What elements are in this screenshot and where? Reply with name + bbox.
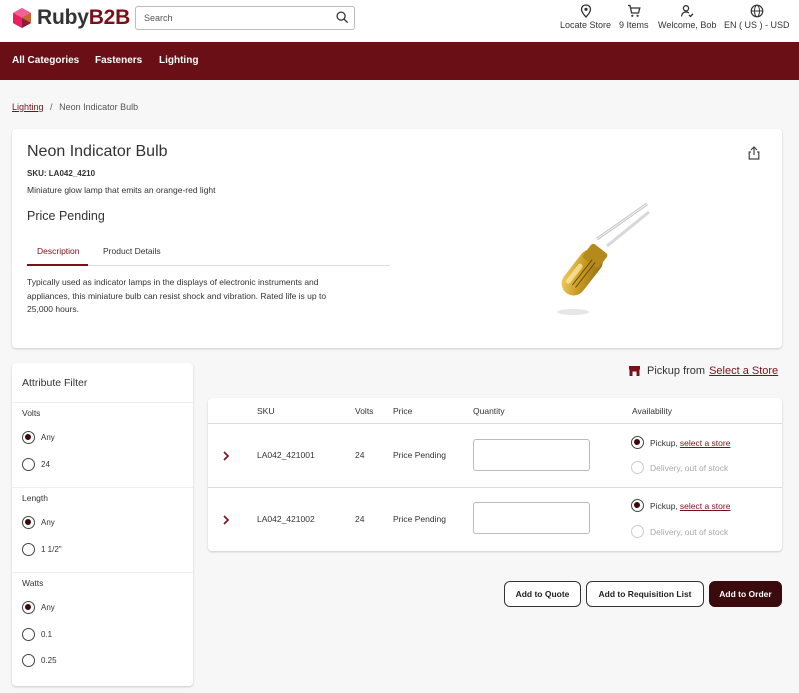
- row-2-quantity-input[interactable]: [473, 502, 590, 534]
- locate-store-link[interactable]: Locate Store: [560, 4, 611, 30]
- row-2-delivery-option: Delivery, out of stock: [631, 525, 728, 538]
- description-text: Typically used as indicator lamps in the…: [27, 277, 327, 314]
- tab-product-details[interactable]: Product Details: [103, 246, 161, 256]
- pickup-label: Pickup from: [647, 365, 706, 377]
- breadcrumb: Lighting / Neon Indicator Bulb: [12, 102, 138, 112]
- product-tabs: Description Product Details: [27, 238, 390, 266]
- locate-store-label: Locate Store: [560, 20, 612, 30]
- account-link[interactable]: Welcome, Bob: [658, 4, 716, 30]
- radio-button[interactable]: [22, 628, 35, 641]
- nav-fasteners[interactable]: Fasteners: [95, 55, 142, 66]
- nav-all-categories[interactable]: All Categories: [12, 55, 79, 66]
- breadcrumb-current: Neon Indicator Bulb: [59, 102, 139, 112]
- radio-button[interactable]: [22, 601, 35, 614]
- radio-button[interactable]: [631, 436, 644, 449]
- row-1-volts: 24: [355, 450, 365, 460]
- radio-button[interactable]: [22, 543, 35, 556]
- row-1-delivery-option: Delivery, out of stock: [631, 461, 728, 474]
- search-box: [135, 6, 355, 30]
- add-to-requisition-list-button[interactable]: Add to Requisition List: [586, 581, 704, 607]
- product-sku: SKU: LA042_4210: [27, 169, 96, 178]
- row-1-sku: LA042_421001: [257, 450, 315, 460]
- row-2-price: Price Pending: [393, 514, 446, 524]
- radio-button: [631, 461, 644, 474]
- row-1-select-store-link[interactable]: select a store: [680, 438, 731, 448]
- column-header-volts: Volts: [355, 406, 374, 416]
- filter-watts-0-25[interactable]: 0.25: [22, 654, 57, 667]
- chevron-right-icon[interactable]: [222, 451, 230, 461]
- add-to-order-button[interactable]: Add to Order: [709, 581, 782, 607]
- locale-label: EN ( US ) - USD: [724, 20, 790, 30]
- globe-icon: [750, 4, 764, 18]
- filter-length-1-1-2[interactable]: 1 1/2": [22, 543, 62, 556]
- product-price: Price Pending: [27, 209, 105, 223]
- column-header-price: Price: [393, 406, 413, 416]
- row-1-price: Price Pending: [393, 450, 446, 460]
- divider: [12, 572, 193, 573]
- user-icon: [681, 5, 694, 18]
- logo-text: RubyB2B: [37, 6, 131, 29]
- product-card: Neon Indicator Bulb SKU: LA042_4210 Mini…: [12, 129, 782, 348]
- filter-length-any[interactable]: Any: [22, 516, 55, 529]
- filter-volts-24[interactable]: 24: [22, 458, 50, 471]
- welcome-label: Welcome, Bob: [658, 20, 717, 30]
- column-header-sku: SKU: [257, 406, 275, 416]
- filter-watts-any[interactable]: Any: [22, 601, 55, 614]
- radio-button[interactable]: [22, 654, 35, 667]
- breadcrumb-separator: /: [50, 102, 53, 112]
- column-header-quantity: Quantity: [473, 406, 505, 416]
- add-to-quote-button[interactable]: Add to Quote: [504, 581, 581, 607]
- product-image: [557, 202, 650, 315]
- filter-title: Attribute Filter: [22, 377, 88, 389]
- radio-button[interactable]: [22, 458, 35, 471]
- locale-selector[interactable]: EN ( US ) - USD: [724, 4, 790, 30]
- filter-group-length-label: Length: [22, 493, 48, 503]
- tab-description[interactable]: Description: [37, 246, 80, 256]
- divider: [208, 423, 782, 424]
- filter-group-volts-label: Volts: [22, 408, 41, 418]
- category-nav: All Categories Fasteners Lighting: [0, 42, 799, 80]
- breadcrumb-lighting-link[interactable]: Lighting: [12, 102, 44, 112]
- cart-label: 9 Items: [619, 20, 649, 30]
- divider: [12, 487, 193, 488]
- pickup-store-selector: Pickup from Select a Store: [628, 365, 778, 377]
- search-input[interactable]: [136, 7, 326, 29]
- radio-button[interactable]: [631, 499, 644, 512]
- row-2-volts: 24: [355, 514, 365, 524]
- row-2-pickup-option[interactable]: Pickup, select a store: [631, 499, 730, 512]
- logo[interactable]: RubyB2B: [12, 6, 130, 30]
- radio-button[interactable]: [22, 516, 35, 529]
- radio-button[interactable]: [22, 431, 35, 444]
- divider: [208, 487, 782, 488]
- filter-group-watts-label: Watts: [22, 578, 44, 588]
- chevron-right-icon[interactable]: [222, 515, 230, 525]
- share-icon[interactable]: [748, 146, 760, 160]
- product-title: Neon Indicator Bulb: [27, 143, 168, 160]
- radio-button: [631, 525, 644, 538]
- variants-table: SKU Volts Price Quantity Availability LA…: [208, 398, 782, 551]
- site-header: RubyB2B Locate Store 9 Items Welcome, Bo…: [0, 0, 799, 42]
- active-tab-indicator: [27, 264, 88, 266]
- filter-watts-0-1[interactable]: 0.1: [22, 628, 52, 641]
- nav-lighting[interactable]: Lighting: [159, 55, 198, 66]
- store-icon: [629, 366, 640, 376]
- search-icon[interactable]: [336, 11, 349, 24]
- column-header-availability: Availability: [632, 406, 673, 416]
- cart-link[interactable]: 9 Items: [619, 4, 649, 30]
- attribute-filter: Attribute Filter Volts Any 24 Length Any…: [12, 363, 193, 686]
- divider: [12, 402, 193, 403]
- location-pin-icon: [580, 4, 591, 18]
- filter-volts-any[interactable]: Any: [22, 431, 55, 444]
- row-1-pickup-option[interactable]: Pickup, select a store: [631, 436, 730, 449]
- product-short-description: Miniature glow lamp that emits an orange…: [27, 185, 216, 195]
- row-1-quantity-input[interactable]: [473, 439, 590, 471]
- select-store-link[interactable]: Select a Store: [709, 365, 778, 377]
- row-2-sku: LA042_421002: [257, 514, 315, 524]
- cart-icon: [627, 4, 641, 17]
- row-2-select-store-link[interactable]: select a store: [680, 501, 731, 511]
- logo-icon: [13, 8, 31, 28]
